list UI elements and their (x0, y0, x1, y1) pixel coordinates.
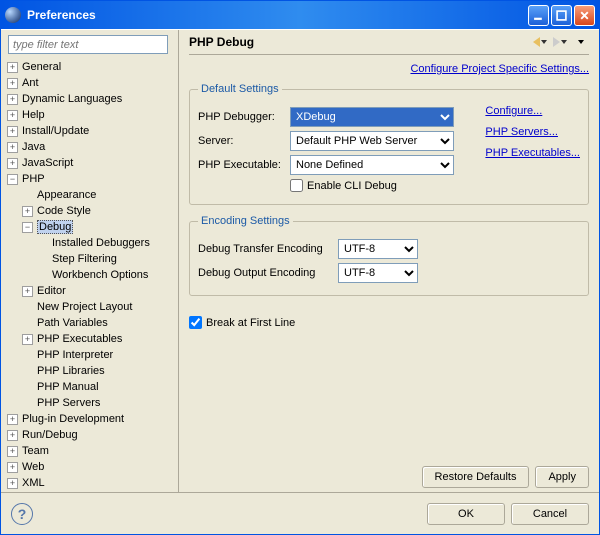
tree-item-php-executables[interactable]: +PHP Executables (7, 331, 176, 347)
tree-item-installed-debuggers[interactable]: Installed Debuggers (7, 235, 176, 251)
close-button[interactable] (574, 5, 595, 26)
nav-menu-button[interactable] (571, 34, 589, 50)
tree-item-team[interactable]: +Team (7, 443, 176, 459)
encoding-settings-group: Encoding Settings Debug Transfer Encodin… (189, 215, 589, 296)
page-title: PHP Debug (189, 35, 529, 49)
server-label: Server: (198, 135, 290, 147)
tree-item-new-project-layout[interactable]: New Project Layout (7, 299, 176, 315)
tree-item-install[interactable]: +Install/Update (7, 123, 176, 139)
default-settings-group: Default Settings PHP Debugger: XDebug Se… (189, 83, 589, 205)
restore-defaults-button[interactable]: Restore Defaults (422, 466, 530, 488)
nav-forward-button[interactable] (551, 34, 569, 50)
content-pane: PHP Debug Configure Project Specific Set… (179, 30, 599, 492)
preferences-window: Preferences +General +Ant +Dynamic Langu… (0, 0, 600, 535)
tree: +General +Ant +Dynamic Languages +Help +… (3, 59, 176, 491)
transfer-encoding-label: Debug Transfer Encoding (198, 243, 338, 255)
tree-item-ant[interactable]: +Ant (7, 75, 176, 91)
tree-item-path-variables[interactable]: Path Variables (7, 315, 176, 331)
configure-link[interactable]: Configure... (485, 105, 542, 117)
tree-item-dynlang[interactable]: +Dynamic Languages (7, 91, 176, 107)
transfer-encoding-combo[interactable]: UTF-8 (338, 239, 418, 259)
encoding-settings-legend: Encoding Settings (198, 215, 293, 227)
app-icon (5, 7, 21, 23)
maximize-button[interactable] (551, 5, 572, 26)
tree-item-javascript[interactable]: +JavaScript (7, 155, 176, 171)
debugger-combo[interactable]: XDebug (290, 107, 454, 127)
tree-item-xml[interactable]: +XML (7, 475, 176, 491)
sidebar: +General +Ant +Dynamic Languages +Help +… (1, 30, 179, 492)
php-executables-link[interactable]: PHP Executables... (485, 147, 580, 159)
tree-item-plugindev[interactable]: +Plug-in Development (7, 411, 176, 427)
titlebar[interactable]: Preferences (1, 1, 599, 29)
cancel-button[interactable]: Cancel (511, 503, 589, 525)
nav-back-button[interactable] (531, 34, 549, 50)
tree-item-workbench-options[interactable]: Workbench Options (7, 267, 176, 283)
tree-item-php-libraries[interactable]: PHP Libraries (7, 363, 176, 379)
tree-item-general[interactable]: +General (7, 59, 176, 75)
minimize-button[interactable] (528, 5, 549, 26)
tree-item-php-interpreter[interactable]: PHP Interpreter (7, 347, 176, 363)
break-first-line-check[interactable]: Break at First Line (189, 316, 589, 329)
tree-item-appearance[interactable]: Appearance (7, 187, 176, 203)
cli-debug-check[interactable]: Enable CLI Debug (290, 179, 397, 192)
tree-item-web[interactable]: +Web (7, 459, 176, 475)
output-encoding-label: Debug Output Encoding (198, 267, 338, 279)
help-icon[interactable]: ? (11, 503, 33, 525)
executable-combo[interactable]: None Defined (290, 155, 454, 175)
tree-item-help[interactable]: +Help (7, 107, 176, 123)
window-title: Preferences (27, 8, 526, 22)
debugger-label: PHP Debugger: (198, 111, 290, 123)
ok-button[interactable]: OK (427, 503, 505, 525)
footer: ? OK Cancel (1, 492, 599, 534)
tree-item-debug[interactable]: −Debug (7, 219, 176, 235)
project-specific-link[interactable]: Configure Project Specific Settings... (410, 63, 589, 75)
server-combo[interactable]: Default PHP Web Server (290, 131, 454, 151)
output-encoding-combo[interactable]: UTF-8 (338, 263, 418, 283)
tree-item-php[interactable]: −PHP (7, 171, 176, 187)
tree-item-editor[interactable]: +Editor (7, 283, 176, 299)
tree-item-step-filtering[interactable]: Step Filtering (7, 251, 176, 267)
executable-label: PHP Executable: (198, 159, 290, 171)
tree-item-rundebug[interactable]: +Run/Debug (7, 427, 176, 443)
apply-button[interactable]: Apply (535, 466, 589, 488)
tree-item-java[interactable]: +Java (7, 139, 176, 155)
php-servers-link[interactable]: PHP Servers... (485, 126, 558, 138)
filter-input[interactable] (8, 35, 168, 54)
tree-item-php-servers[interactable]: PHP Servers (7, 395, 176, 411)
tree-item-codestyle[interactable]: +Code Style (7, 203, 176, 219)
tree-item-php-manual[interactable]: PHP Manual (7, 379, 176, 395)
default-settings-legend: Default Settings (198, 83, 282, 95)
